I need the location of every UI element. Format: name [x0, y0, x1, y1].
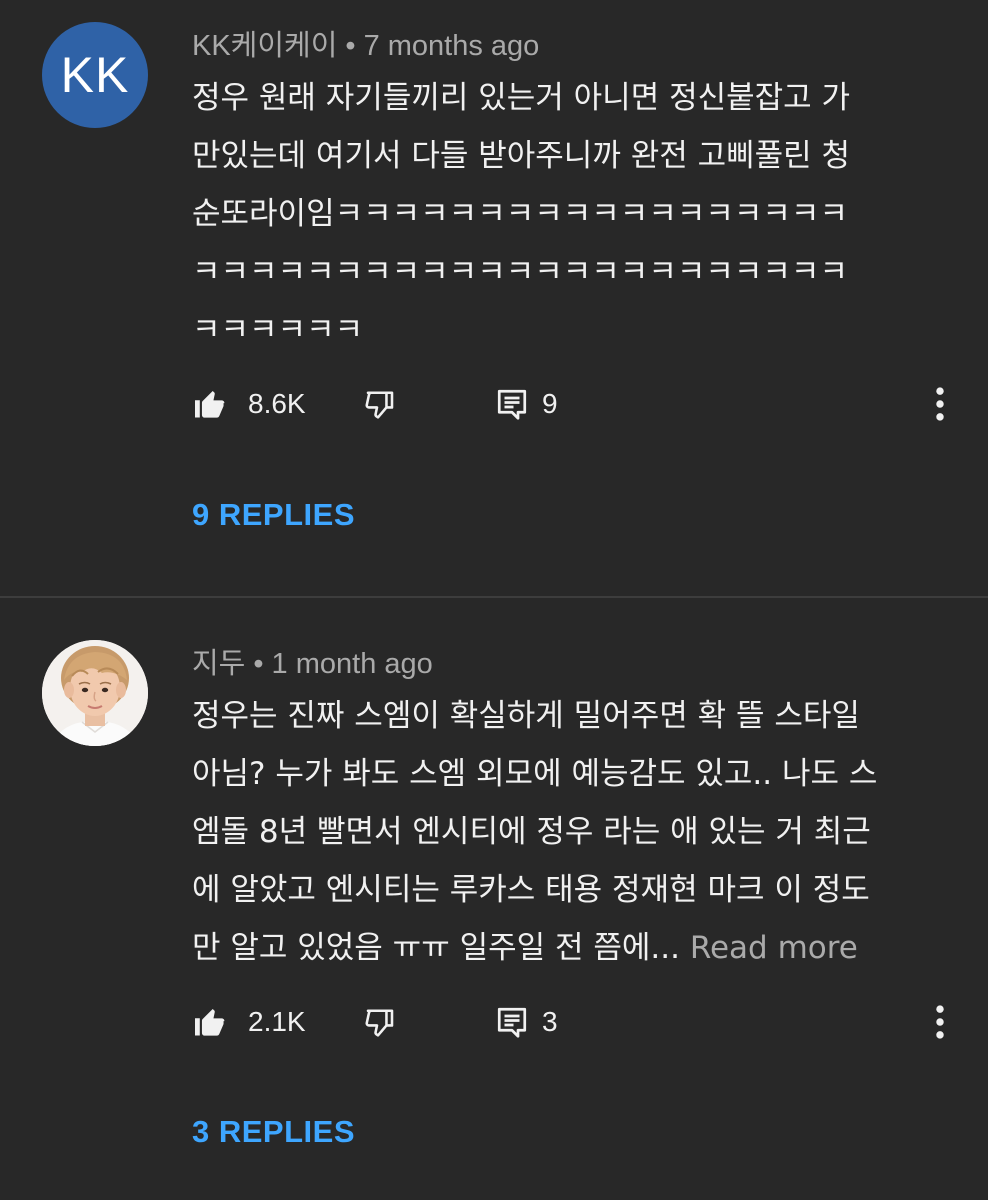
comment-text-line: 만 알고 있었음 ㅠㅠ 일주일 전 쯤에... Read more: [192, 919, 932, 977]
thumbs-up-icon[interactable]: [192, 1004, 228, 1040]
comment-thread: KK KK케이케이 • 7 months ago 정우 원래 자기들끼리 있는거 아…: [0, 0, 988, 596]
more-vertical-icon[interactable]: [922, 384, 958, 424]
thumbs-down-icon[interactable]: [362, 1004, 398, 1040]
comment-text-line: 정우 원래 자기들끼리 있는거 아니면 정신붙잡고 가: [192, 80, 851, 116]
comment-text-line: ㅋㅋㅋㅋㅋㅋ: [192, 312, 364, 348]
avatar-initials: KK: [60, 47, 130, 103]
comment-timestamp[interactable]: 7 months ago: [364, 30, 540, 62]
comment-text-line: 만있는데 여기서 다들 받아주니까 완전 고삐풀린 청: [192, 138, 851, 174]
comment-actions: 2.1K 3: [192, 992, 952, 1052]
comment-header: KK케이케이 • 7 months ago: [192, 22, 539, 64]
comment-author[interactable]: KK케이케이: [192, 30, 337, 62]
view-replies-link[interactable]: 3 REPLIES: [192, 1114, 355, 1150]
comment-text-line: 에 알았고 엔시티는 루카스 태용 정재현 마크 이 정도: [192, 872, 870, 908]
meta-separator: •: [253, 648, 264, 680]
like-count: 8.6K: [248, 388, 306, 419]
comment-icon[interactable]: [494, 386, 530, 422]
reply-count: 3: [542, 1006, 558, 1037]
comment-text: 정우는 진짜 스엠이 확실하게 밀어주면 확 뜰 스타일 아님? 누가 봐도 스…: [192, 687, 932, 977]
read-more-link[interactable]: Read more: [690, 930, 858, 966]
comment-author[interactable]: 지두: [192, 648, 245, 680]
comment-header: 지두 • 1 month ago: [192, 640, 433, 682]
thumbs-up-icon[interactable]: [192, 386, 228, 422]
comment-text-line: 엠돌 8년 빨면서 엔시티에 정우 라는 애 있는 거 최근: [192, 814, 871, 850]
comment-text-line: 순또라이임ㅋㅋㅋㅋㅋㅋㅋㅋㅋㅋㅋㅋㅋㅋㅋㅋㅋㅋ: [192, 196, 848, 232]
meta-separator: •: [345, 30, 356, 62]
comment-text-line: ㅋㅋㅋㅋㅋㅋㅋㅋㅋㅋㅋㅋㅋㅋㅋㅋㅋㅋㅋㅋㅋㅋㅋ: [192, 254, 848, 290]
comment-text-line: 정우는 진짜 스엠이 확실하게 밀어주면 확 뜰 스타일: [192, 698, 860, 734]
like-count: 2.1K: [248, 1006, 306, 1037]
reply-count: 9: [542, 388, 558, 419]
comment-text: 정우 원래 자기들끼리 있는거 아니면 정신붙잡고 가 만있는데 여기서 다들 …: [192, 69, 932, 359]
view-replies-link[interactable]: 9 REPLIES: [192, 497, 355, 533]
comment-text-fragment: 만 알고 있었음 ㅠㅠ 일주일 전 쯤에...: [192, 930, 680, 966]
comment-text-line: 아님? 누가 봐도 스엠 외모에 예능감도 있고.. 나도 스: [192, 756, 878, 792]
thumbs-down-icon[interactable]: [362, 386, 398, 422]
more-vertical-icon[interactable]: [922, 1002, 958, 1042]
avatar[interactable]: [42, 640, 148, 746]
comment-icon[interactable]: [494, 1004, 530, 1040]
comment-actions: 8.6K 9: [192, 374, 952, 434]
comment-timestamp[interactable]: 1 month ago: [272, 648, 433, 680]
avatar[interactable]: KK: [42, 22, 148, 128]
